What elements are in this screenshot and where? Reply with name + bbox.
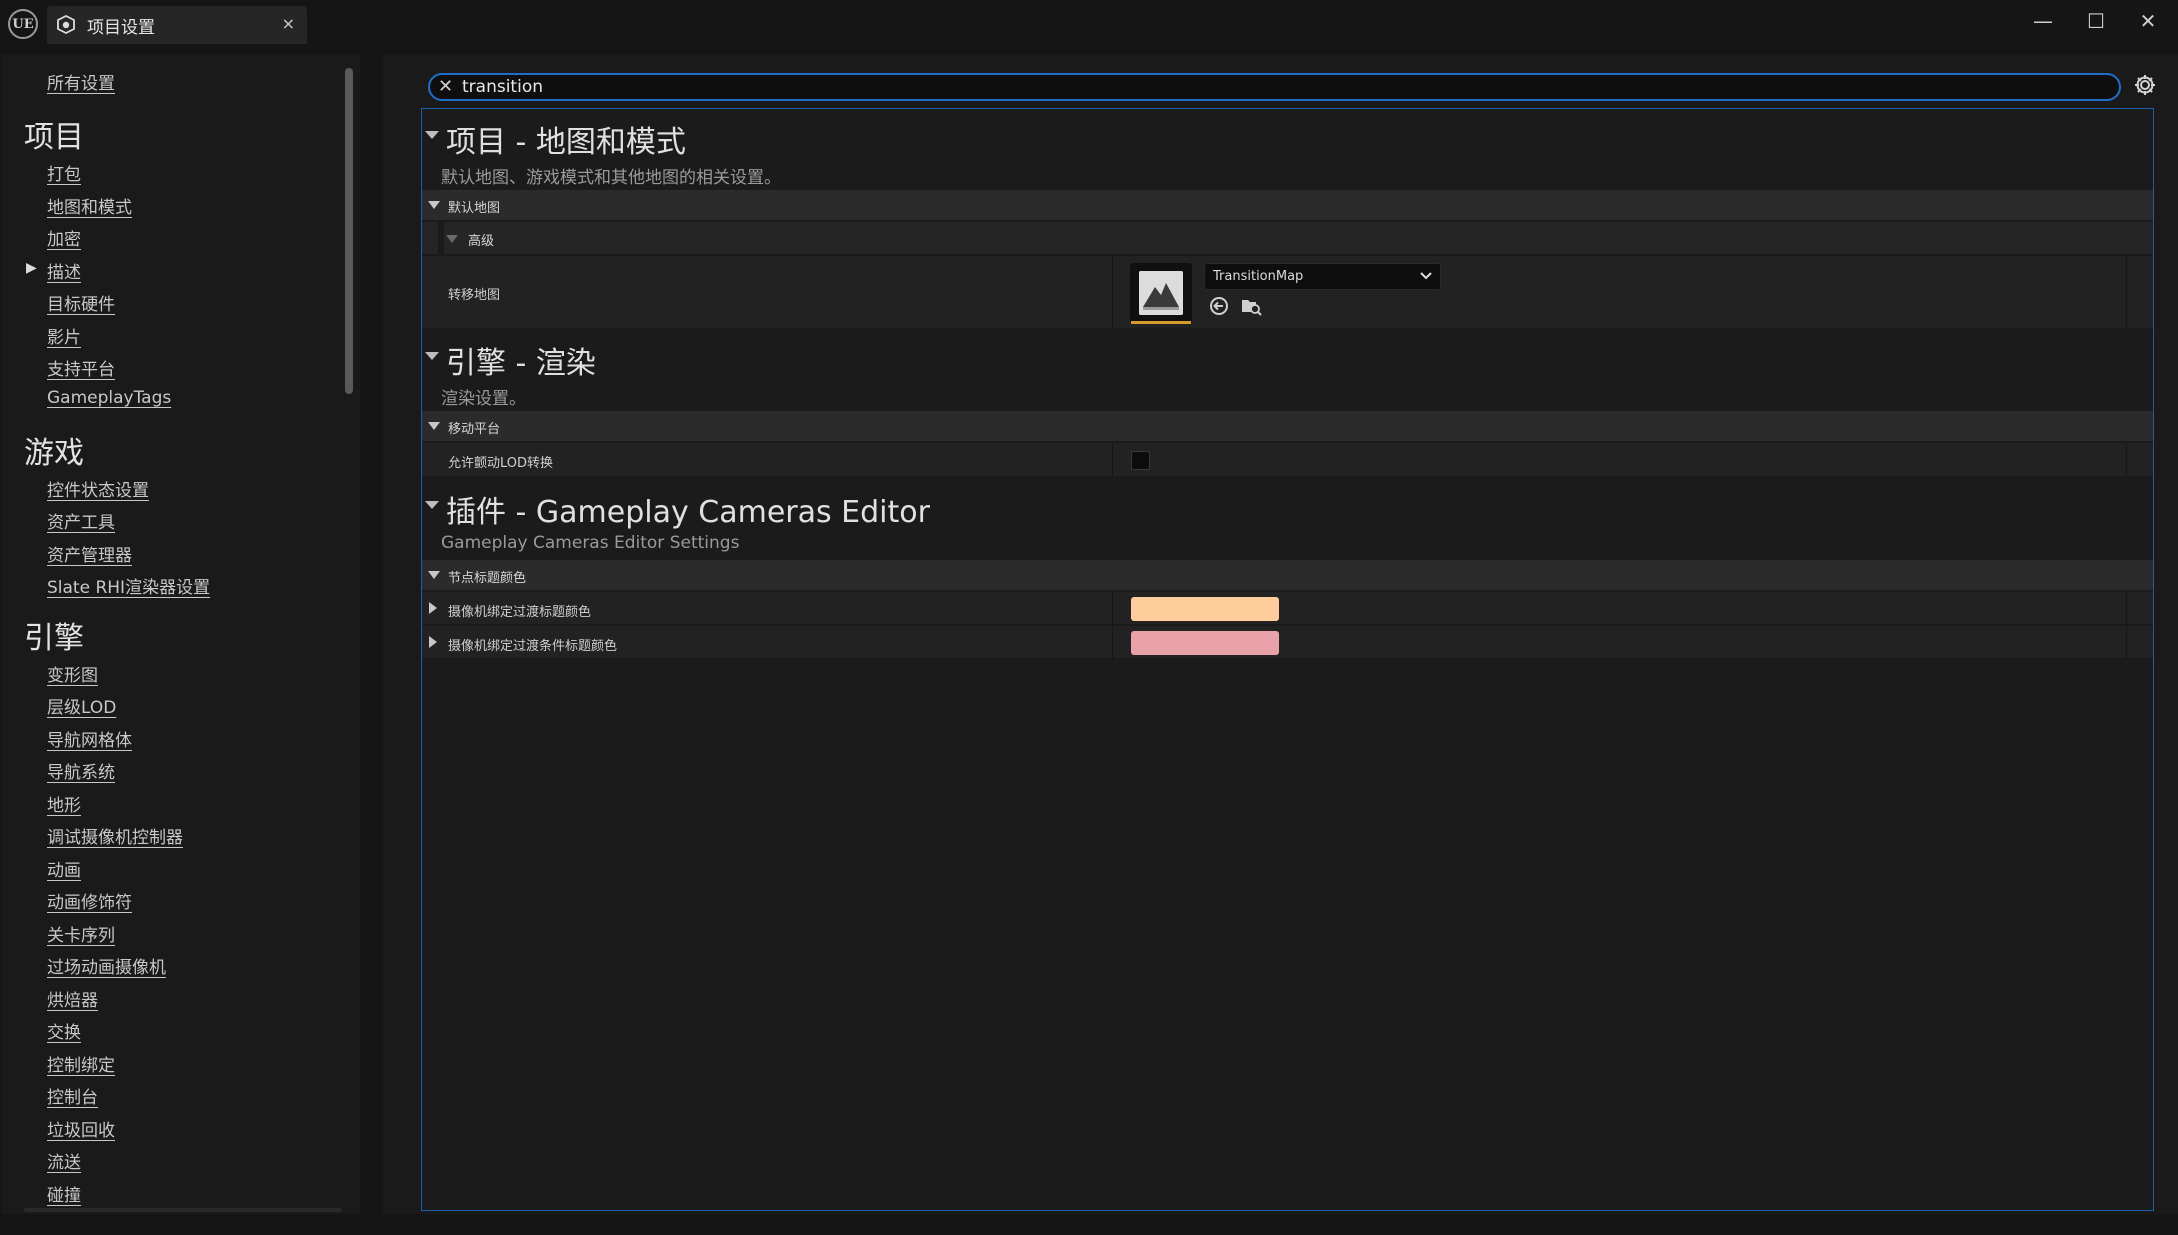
sidebar-item-garbage-collection[interactable]: 垃圾回收 <box>47 1116 115 1141</box>
close-icon[interactable]: ✕ <box>438 76 453 97</box>
tab-close-button[interactable]: × <box>282 14 295 33</box>
use-selected-asset-icon[interactable] <box>1208 295 1230 317</box>
column-divider[interactable] <box>1112 443 1113 477</box>
property-row-transition-color <box>422 592 2153 625</box>
category-row-node-title-color[interactable] <box>422 560 2153 590</box>
expand-arrow-icon[interactable] <box>429 636 437 648</box>
sidebar-heading-engine: 引擎 <box>24 621 84 656</box>
sidebar-item-interchange[interactable]: 交换 <box>47 1018 81 1043</box>
column-divider <box>2126 443 2127 477</box>
asset-picker-dropdown[interactable]: TransitionMap <box>1204 263 1441 290</box>
dither-lod-checkbox[interactable] <box>1131 451 1150 470</box>
sidebar-item-all-settings[interactable]: 所有设置 <box>47 69 115 94</box>
sidebar-item-asset-manager[interactable]: 资产管理器 <box>47 541 132 566</box>
sidebar-item-widget-state[interactable]: 控件状态设置 <box>47 476 149 501</box>
section-description: 渲染设置。 <box>441 389 526 409</box>
sidebar-item-slate-rhi[interactable]: Slate RHI渲染器设置 <box>47 573 210 598</box>
indent-bar <box>438 222 444 255</box>
category-label: 节点标题颜色 <box>448 571 527 586</box>
sidebar-item-hlod[interactable]: 层级LOD <box>47 693 116 718</box>
column-divider[interactable] <box>1112 592 1113 625</box>
collapse-arrow-icon[interactable] <box>428 201 440 209</box>
asset-type-underline <box>1131 321 1191 324</box>
property-row-dither-lod <box>422 443 2153 477</box>
maximize-button[interactable]: ☐ <box>2070 4 2122 38</box>
sidebar-item-cinematic-camera[interactable]: 过场动画摄像机 <box>47 953 166 978</box>
map-thumbnail-icon <box>1139 271 1183 315</box>
property-label: 允许颤动LOD转换 <box>448 456 554 471</box>
sidebar-item-maps-modes[interactable]: 地图和模式 <box>47 193 132 218</box>
color-swatch-transition[interactable] <box>1131 597 1279 621</box>
property-label: 摄像机绑定过渡标题颜色 <box>448 605 592 620</box>
asset-picker-value: TransitionMap <box>1213 269 1304 284</box>
property-label: 摄像机绑定过渡条件标题颜色 <box>448 639 618 654</box>
column-divider <box>2126 626 2127 659</box>
sidebar-item-morph[interactable]: 变形图 <box>47 661 98 686</box>
minimize-button[interactable]: — <box>2017 4 2069 38</box>
sidebar-item-control-rig[interactable]: 控制绑定 <box>47 1051 115 1076</box>
sidebar-item-collision[interactable]: 碰撞 <box>47 1181 81 1206</box>
sidebar-item-anim-modifiers[interactable]: 动画修饰符 <box>47 888 132 913</box>
expand-arrow-icon[interactable] <box>429 602 437 614</box>
column-divider[interactable] <box>1112 256 1113 329</box>
subcategory-label: 高级 <box>468 234 495 249</box>
expand-arrow-icon[interactable]: ▶ <box>26 260 37 276</box>
section-title-gameplay-cameras: 插件 - Gameplay Cameras Editor <box>446 495 930 530</box>
sidebar-item-asset-tools[interactable]: 资产工具 <box>47 508 115 533</box>
sidebar-item-animation[interactable]: 动画 <box>47 856 81 881</box>
section-description: 默认地图、游戏模式和其他地图的相关设置。 <box>441 168 781 188</box>
subcategory-row-advanced[interactable] <box>422 222 2153 255</box>
sidebar-item-target-hardware[interactable]: 目标硬件 <box>47 290 115 315</box>
sidebar-scrollbar[interactable] <box>345 68 353 394</box>
sidebar-item-navmesh[interactable]: 导航网格体 <box>47 726 132 751</box>
asset-thumbnail[interactable] <box>1130 263 1192 324</box>
sidebar-item-streaming[interactable]: 流送 <box>47 1148 81 1173</box>
property-label: 转移地图 <box>448 288 501 303</box>
collapse-arrow-icon[interactable] <box>428 422 440 430</box>
section-description: Gameplay Cameras Editor Settings <box>441 533 740 553</box>
unreal-logo-icon[interactable]: UE <box>8 9 38 39</box>
category-label: 默认地图 <box>448 201 501 216</box>
sidebar-heading-game: 游戏 <box>24 436 84 471</box>
category-row-mobile[interactable] <box>422 411 2153 441</box>
column-divider <box>2126 256 2127 329</box>
collapse-arrow-icon[interactable] <box>446 235 458 243</box>
tab-title: 项目设置 <box>87 17 155 38</box>
collapse-arrow-icon[interactable] <box>428 571 440 579</box>
property-row-transition-condition-color <box>422 626 2153 659</box>
sidebar-item-supported-platforms[interactable]: 支持平台 <box>47 355 115 380</box>
search-input[interactable] <box>462 75 2062 99</box>
search-box[interactable]: ✕ <box>428 73 2121 101</box>
sidebar-heading-project: 项目 <box>24 120 84 155</box>
collapse-arrow-icon[interactable] <box>425 352 439 360</box>
browse-folder-icon[interactable] <box>1240 295 1262 317</box>
title-bar: UE 项目设置 × — ☐ ✕ <box>0 0 2178 50</box>
close-window-button[interactable]: ✕ <box>2122 4 2174 38</box>
sidebar-item-console[interactable]: 控制台 <box>47 1083 98 1108</box>
gear-icon[interactable] <box>2132 72 2158 98</box>
section-title-rendering: 引擎 - 渲染 <box>446 346 596 381</box>
chevron-down-icon <box>1420 272 1432 280</box>
sidebar-item-gameplaytags[interactable]: GameplayTags <box>47 388 171 408</box>
sidebar-horizontal-scrollbar[interactable] <box>24 1208 342 1212</box>
sidebar-item-description[interactable]: 描述 <box>47 258 81 283</box>
sidebar-item-packaging[interactable]: 打包 <box>47 160 81 185</box>
sidebar-item-cooker[interactable]: 烘焙器 <box>47 986 98 1011</box>
category-row-default-maps[interactable] <box>422 190 2153 220</box>
sidebar-item-level-sequence[interactable]: 关卡序列 <box>47 921 115 946</box>
color-swatch-transition-condition[interactable] <box>1131 631 1279 655</box>
category-label: 移动平台 <box>448 422 501 437</box>
collapse-arrow-icon[interactable] <box>425 501 439 509</box>
sidebar-item-movies[interactable]: 影片 <box>47 323 81 348</box>
column-divider[interactable] <box>1112 626 1113 659</box>
sidebar-item-navigation-system[interactable]: 导航系统 <box>47 758 115 783</box>
sidebar-item-debug-camera[interactable]: 调试摄像机控制器 <box>47 823 183 848</box>
collapse-arrow-icon[interactable] <box>425 131 439 139</box>
tab-project-settings[interactable]: 项目设置 × <box>47 6 307 44</box>
sidebar-item-landscape[interactable]: 地形 <box>47 791 81 816</box>
column-divider <box>2126 592 2127 625</box>
settings-cube-icon <box>57 14 75 35</box>
sidebar-item-encryption[interactable]: 加密 <box>47 225 81 250</box>
section-title-maps-modes: 项目 - 地图和模式 <box>446 125 686 160</box>
